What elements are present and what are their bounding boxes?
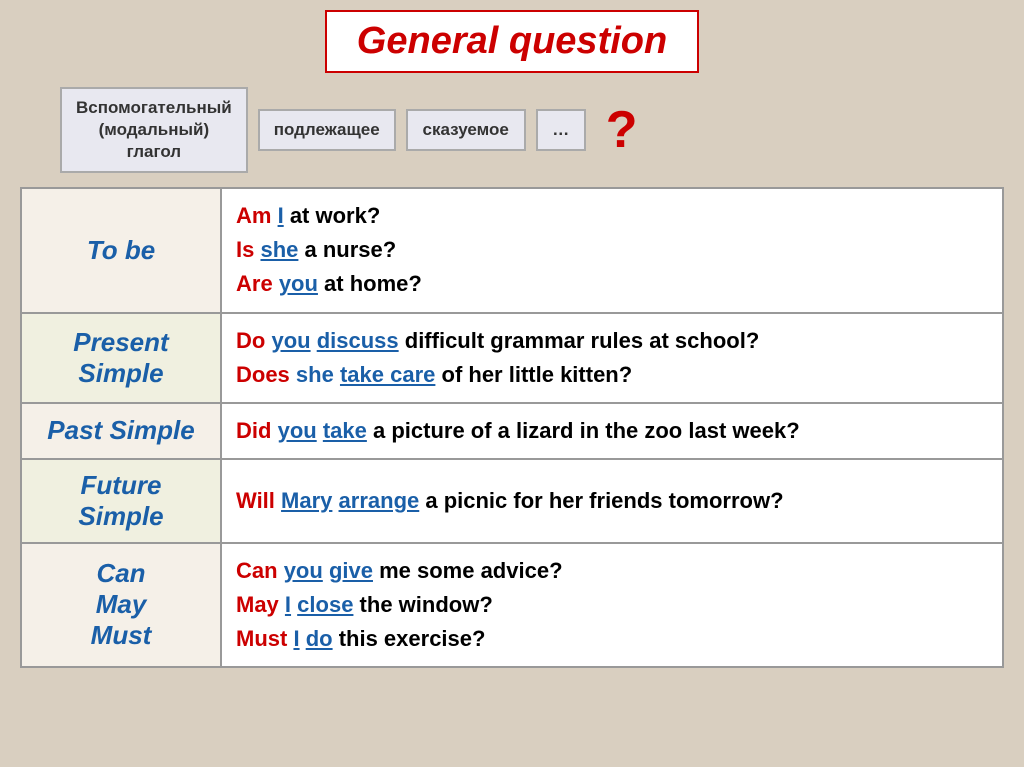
formula-box-2: подлежащее xyxy=(258,109,396,151)
content-past: Did you take a picture of a lizard in th… xyxy=(221,403,1003,459)
table-row: CanMayMust Can you give me some advice? … xyxy=(21,543,1003,667)
formula-box-4: … xyxy=(536,109,586,151)
label-tobe: To be xyxy=(21,188,221,312)
main-table: To be Am I at work? Is she a nurse? Are … xyxy=(20,187,1004,668)
table-row: To be Am I at work? Is she a nurse? Are … xyxy=(21,188,1003,312)
content-present: Do you discuss difficult grammar rules a… xyxy=(221,313,1003,403)
label-past: Past Simple xyxy=(21,403,221,459)
table-row: Present Simple Do you discuss difficult … xyxy=(21,313,1003,403)
question-mark-icon: ? xyxy=(606,100,638,160)
page: General question Вспомогательный (модаль… xyxy=(0,0,1024,767)
content-future: Will Mary arrange a picnic for her frien… xyxy=(221,459,1003,543)
table-row: Past Simple Did you take a picture of a … xyxy=(21,403,1003,459)
formula-box-3: сказуемое xyxy=(406,109,526,151)
page-title: General question xyxy=(357,20,667,62)
table-row: Future Simple Will Mary arrange a picnic… xyxy=(21,459,1003,543)
label-future: Future Simple xyxy=(21,459,221,543)
formula-row: Вспомогательный (модальный) глагол подле… xyxy=(20,87,1004,173)
content-tobe: Am I at work? Is she a nurse? Are you at… xyxy=(221,188,1003,312)
label-modal: CanMayMust xyxy=(21,543,221,667)
title-box: General question xyxy=(325,10,699,73)
content-modal: Can you give me some advice? May I close… xyxy=(221,543,1003,667)
formula-box-1: Вспомогательный (модальный) глагол xyxy=(60,87,248,173)
label-present: Present Simple xyxy=(21,313,221,403)
